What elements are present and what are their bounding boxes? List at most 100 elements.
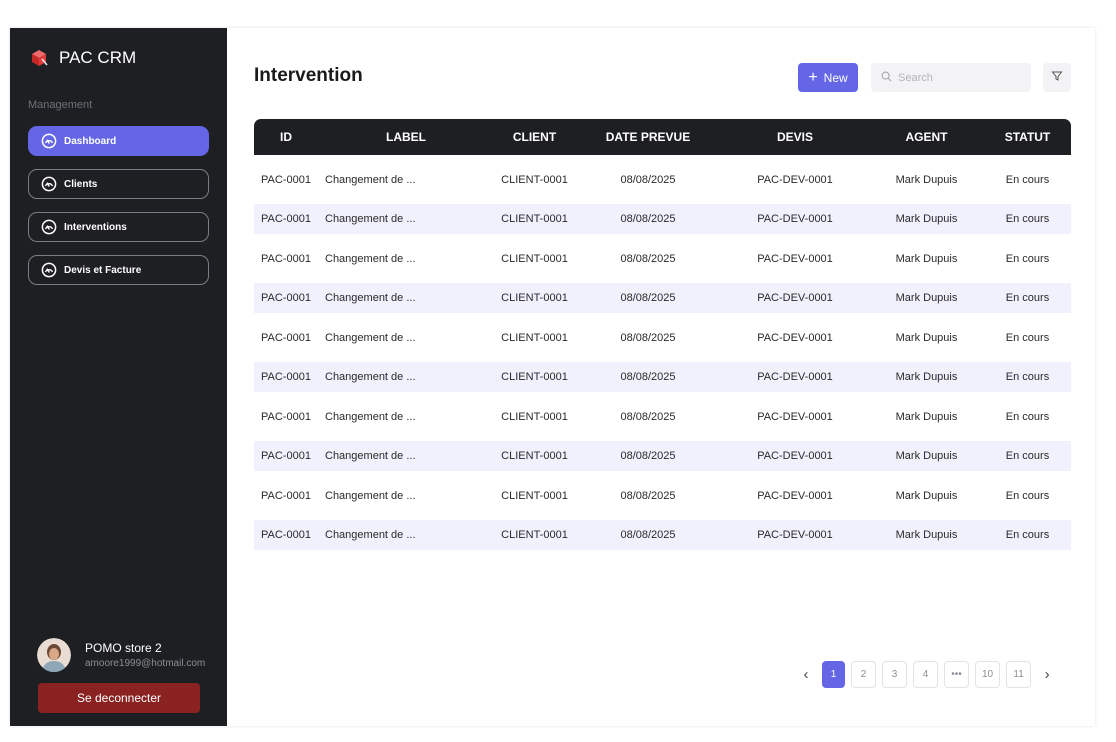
cell-label: Changement de ... bbox=[325, 529, 416, 541]
cell-id: PAC-0001 bbox=[261, 450, 311, 462]
user-name: POMO store 2 bbox=[85, 641, 162, 655]
page-button-4[interactable]: 4 bbox=[913, 661, 938, 688]
page-button-11[interactable]: 11 bbox=[1006, 661, 1032, 688]
cell-devis: PAC-DEV-0001 bbox=[757, 252, 833, 265]
sidebar-item-devis-et-facture[interactable]: Devis et Facture bbox=[28, 255, 209, 285]
cell-client: CLIENT-0001 bbox=[501, 213, 568, 225]
chevron-right-icon[interactable]: › bbox=[1037, 661, 1058, 688]
column-header-statut[interactable]: STATUT bbox=[984, 119, 1071, 155]
cell-client: CLIENT-0001 bbox=[501, 331, 568, 344]
table-row[interactable]: PAC-0001 Changement de ... CLIENT-0001 0… bbox=[254, 234, 1071, 283]
cell-id: PAC-0001 bbox=[261, 252, 311, 265]
avatar bbox=[37, 638, 71, 672]
app-window: PAC CRM Management Dashboard Clients Int… bbox=[10, 28, 1095, 726]
user-email: amoore1999@hotmail.com bbox=[85, 658, 206, 669]
page-button-10[interactable]: 10 bbox=[975, 661, 1001, 688]
cell-devis: PAC-DEV-0001 bbox=[757, 371, 833, 383]
cell-date-prevue: 08/08/2025 bbox=[620, 450, 676, 462]
column-header-devis[interactable]: DEVIS bbox=[721, 119, 869, 155]
column-header-date-prevue[interactable]: DATE PREVUE bbox=[575, 119, 721, 155]
table-row[interactable]: PAC-0001 Changement de ... CLIENT-0001 0… bbox=[254, 520, 1071, 550]
pagination: ‹ 1 2 3 4 ••• 10 11 › bbox=[796, 661, 1058, 688]
gauge-icon bbox=[41, 219, 57, 235]
cell-statut: En cours bbox=[1005, 331, 1050, 344]
cell-date-prevue: 08/08/2025 bbox=[620, 529, 676, 541]
table-row[interactable]: PAC-0001 Changement de ... CLIENT-0001 0… bbox=[254, 204, 1071, 234]
cell-id: PAC-0001 bbox=[261, 529, 311, 541]
cell-client: CLIENT-0001 bbox=[501, 371, 568, 383]
page-button-3[interactable]: 3 bbox=[882, 661, 907, 688]
sidebar-item-dashboard[interactable]: Dashboard bbox=[28, 126, 209, 156]
cell-date-prevue: 08/08/2025 bbox=[620, 410, 676, 423]
table-row[interactable]: PAC-0001 Changement de ... CLIENT-0001 0… bbox=[254, 441, 1071, 471]
cell-label: Changement de ... bbox=[325, 489, 416, 502]
brand-logo-icon bbox=[29, 48, 49, 68]
page-button-2[interactable]: 2 bbox=[851, 661, 876, 688]
cell-agent: Mark Dupuis bbox=[895, 371, 958, 383]
cell-label: Changement de ... bbox=[325, 252, 416, 265]
cell-devis: PAC-DEV-0001 bbox=[757, 331, 833, 344]
cell-client: CLIENT-0001 bbox=[501, 252, 568, 265]
cell-agent: Mark Dupuis bbox=[895, 410, 958, 423]
search-icon bbox=[881, 69, 892, 87]
new-button-label: New bbox=[823, 70, 848, 85]
cell-id: PAC-0001 bbox=[261, 371, 311, 383]
column-header-label[interactable]: LABEL bbox=[318, 119, 494, 155]
cell-statut: En cours bbox=[1005, 292, 1050, 304]
user-profile[interactable]: POMO store 2 amoore1999@hotmail.com bbox=[37, 638, 205, 672]
sidebar-item-interventions[interactable]: Interventions bbox=[28, 212, 209, 242]
page-ellipsis[interactable]: ••• bbox=[944, 661, 969, 688]
cell-date-prevue: 08/08/2025 bbox=[620, 489, 676, 502]
cell-devis: PAC-DEV-0001 bbox=[757, 213, 833, 225]
brand[interactable]: PAC CRM bbox=[29, 48, 136, 68]
sidebar-item-label: Interventions bbox=[64, 221, 127, 233]
cell-date-prevue: 08/08/2025 bbox=[620, 331, 676, 344]
new-button[interactable]: + New bbox=[798, 63, 858, 92]
search-input[interactable] bbox=[898, 71, 1018, 84]
page-button-1[interactable]: 1 bbox=[822, 661, 845, 688]
cell-date-prevue: 08/08/2025 bbox=[620, 292, 676, 304]
table-row[interactable]: PAC-0001 Changement de ... CLIENT-0001 0… bbox=[254, 313, 1071, 362]
cell-client: CLIENT-0001 bbox=[501, 173, 568, 186]
interventions-table: ID LABEL CLIENT DATE PREVUE DEVIS AGENT … bbox=[254, 119, 1071, 550]
search-box[interactable] bbox=[871, 63, 1031, 92]
cell-agent: Mark Dupuis bbox=[895, 331, 958, 344]
cell-label: Changement de ... bbox=[325, 331, 416, 344]
cell-statut: En cours bbox=[1005, 410, 1050, 423]
chevron-left-icon[interactable]: ‹ bbox=[796, 661, 816, 688]
table-row[interactable]: PAC-0001 Changement de ... CLIENT-0001 0… bbox=[254, 283, 1071, 313]
cell-id: PAC-0001 bbox=[261, 331, 311, 344]
sidebar: PAC CRM Management Dashboard Clients Int… bbox=[10, 28, 227, 726]
column-header-agent[interactable]: AGENT bbox=[869, 119, 984, 155]
cell-agent: Mark Dupuis bbox=[895, 529, 958, 541]
table-row[interactable]: PAC-0001 Changement de ... CLIENT-0001 0… bbox=[254, 155, 1071, 204]
cell-id: PAC-0001 bbox=[261, 292, 311, 304]
cell-statut: En cours bbox=[1005, 252, 1050, 265]
filter-button[interactable] bbox=[1043, 63, 1071, 92]
sidebar-item-clients[interactable]: Clients bbox=[28, 169, 209, 199]
cell-statut: En cours bbox=[1005, 529, 1050, 541]
gauge-icon bbox=[41, 262, 57, 278]
app-name: PAC CRM bbox=[59, 48, 137, 67]
cell-id: PAC-0001 bbox=[261, 213, 311, 225]
cell-agent: Mark Dupuis bbox=[895, 292, 958, 304]
table-row[interactable]: PAC-0001 Changement de ... CLIENT-0001 0… bbox=[254, 392, 1071, 441]
plus-icon: + bbox=[808, 68, 818, 86]
cell-devis: PAC-DEV-0001 bbox=[757, 450, 833, 462]
cell-label: Changement de ... bbox=[325, 371, 416, 383]
cell-label: Changement de ... bbox=[325, 213, 416, 225]
cell-statut: En cours bbox=[1005, 450, 1050, 462]
cell-client: CLIENT-0001 bbox=[501, 410, 568, 423]
table-row[interactable]: PAC-0001 Changement de ... CLIENT-0001 0… bbox=[254, 362, 1071, 392]
section-label-management: Management bbox=[28, 99, 93, 111]
logout-button[interactable]: Se deconnecter bbox=[38, 683, 200, 713]
cell-date-prevue: 08/08/2025 bbox=[620, 252, 676, 265]
cell-client: CLIENT-0001 bbox=[501, 450, 568, 462]
sidebar-item-label: Devis et Facture bbox=[64, 264, 142, 276]
column-header-id[interactable]: ID bbox=[254, 119, 318, 155]
cell-statut: En cours bbox=[1005, 489, 1050, 502]
column-header-client[interactable]: CLIENT bbox=[494, 119, 575, 155]
cell-label: Changement de ... bbox=[325, 410, 416, 423]
cell-agent: Mark Dupuis bbox=[895, 213, 958, 225]
table-row[interactable]: PAC-0001 Changement de ... CLIENT-0001 0… bbox=[254, 471, 1071, 520]
